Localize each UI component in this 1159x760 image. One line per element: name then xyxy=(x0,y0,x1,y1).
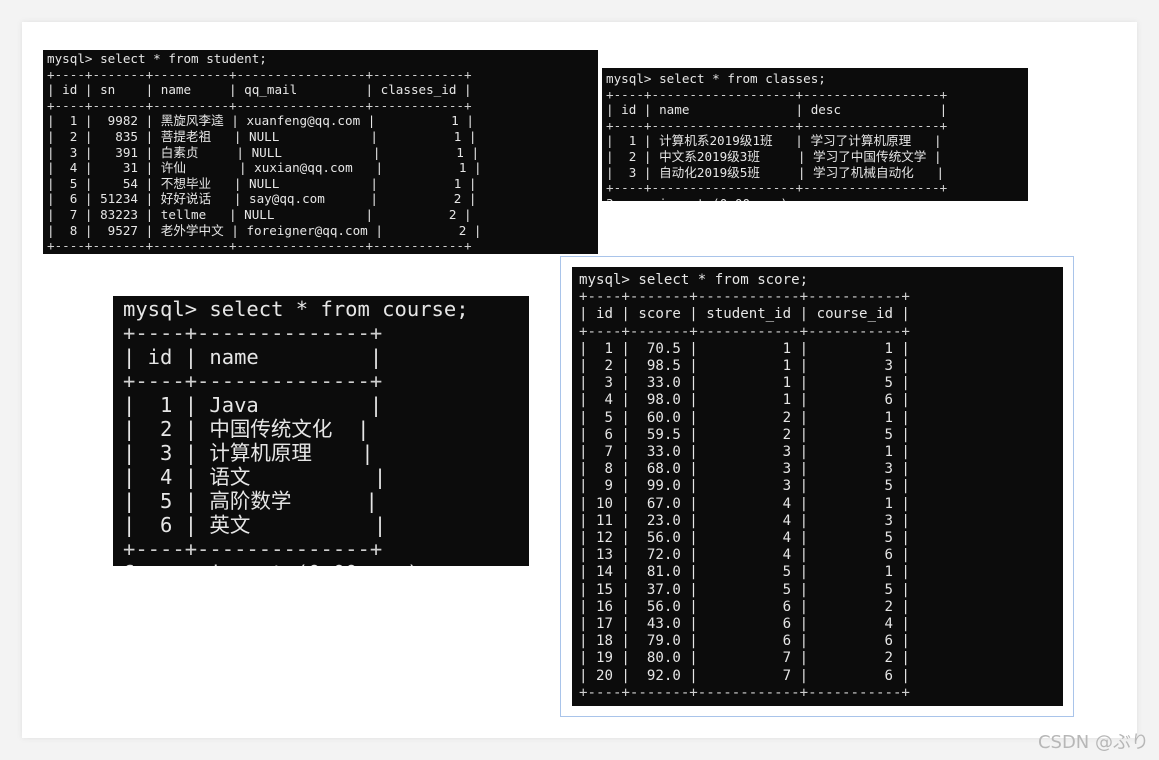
table-row-line: | 1 | 计算机系2019级1班 | 学习了计算机原理 | xyxy=(606,133,942,149)
table-border-line: +----+-------------------+--------------… xyxy=(606,86,948,102)
table-row-line: | 12 | 56.0 | 4 | 5 | xyxy=(579,530,910,547)
table-row-line: | 7 | 33.0 | 3 | 1 | xyxy=(579,444,910,461)
table-border-line: +----+--------------+ xyxy=(123,537,383,561)
table-border-line: +----+--------------+ xyxy=(123,321,383,345)
table-row-line: | 5 | 60.0 | 2 | 1 | xyxy=(579,409,910,426)
table-row-line: | 19 | 80.0 | 7 | 2 | xyxy=(579,650,910,667)
table-row-line: | 3 | 391 | 白素贞 | NULL | 1 | xyxy=(47,144,480,160)
table-row-line: | 10 | 67.0 | 4 | 1 | xyxy=(579,495,910,512)
table-row-line: | 4 | 98.0 | 1 | 6 | xyxy=(579,392,910,409)
table-border-line: +----+-------------------+--------------… xyxy=(606,117,948,133)
table-border-line: +----+-------+----------+---------------… xyxy=(47,97,472,113)
table-row-line: | 3 | 自动化2019级5班 | 学习了机械自动化 | xyxy=(606,164,945,180)
table-row-line: | 4 | 31 | 许仙 | xuxian@qq.com | 1 | xyxy=(47,160,482,176)
table-row-line: | id | name | desc | xyxy=(606,102,948,118)
table-row-line: | 9 | 99.0 | 3 | 5 | xyxy=(579,478,910,495)
table-row-line: 6 rows in set (0.00 sec) xyxy=(123,561,529,566)
table-row-line: | 2 | 中文系2019级3班 | 学习了中国传统文学 | xyxy=(606,148,942,164)
table-row-line: | 5 | 高阶数学 | xyxy=(123,489,378,513)
query-prompt-line: mysql> select * from score; xyxy=(579,272,809,288)
table-border-line: +----+-------+------------+-----------+ xyxy=(579,289,910,306)
table-row-line: | 6 | 英文 | xyxy=(123,513,387,537)
query-prompt-line: mysql> select * from student; xyxy=(47,51,267,66)
table-row-line: | 2 | 中国传统文化 | xyxy=(123,417,370,441)
table-border-line: +----+-------+------------+-----------+ xyxy=(579,684,910,701)
table-border-line: +----+-------+----------+---------------… xyxy=(47,238,472,254)
table-row-line: | 1 | 9982 | 黑旋风李逵 | xuanfeng@qq.com | 1… xyxy=(47,113,474,129)
table-border-line: +----+-------+------------+-----------+ xyxy=(579,323,910,340)
table-row-line: | 1 | Java | xyxy=(123,393,383,417)
table-row-line: | 11 | 23.0 | 4 | 3 | xyxy=(579,512,910,529)
table-row-line: | 14 | 81.0 | 5 | 1 | xyxy=(579,564,910,581)
table-row-line: | 20 | 92.0 | 7 | 6 | xyxy=(579,667,910,684)
csdn-watermark: CSDN @ぶり xyxy=(1037,732,1149,753)
table-row-line: | 4 | 语文 | xyxy=(123,465,387,489)
table-row-line: | 2 | 835 | 菩提老祖 | NULL | 1 | xyxy=(47,128,477,144)
table-border-line: +----+-------+----------+---------------… xyxy=(47,66,472,82)
query-prompt-line: mysql> select * from classes; xyxy=(606,71,826,86)
score-query-terminal: mysql> select * from score; +----+-------… xyxy=(572,267,1063,706)
table-row-line: | 13 | 72.0 | 4 | 6 | xyxy=(579,547,910,564)
table-row-line: | 8 | 68.0 | 3 | 3 | xyxy=(579,461,910,478)
table-row-line: | 6 | 51234 | 好好说话 | say@qq.com | 2 | xyxy=(47,191,477,207)
table-row-line: | 16 | 56.0 | 6 | 2 | xyxy=(579,598,910,615)
table-row-line: | 6 | 59.5 | 2 | 5 | xyxy=(579,426,910,443)
table-border-line: +----+--------------+ xyxy=(123,369,383,393)
table-row-line: 3 rows in set (0.00 sec) xyxy=(606,196,1028,201)
table-row-line: | 3 | 计算机原理 | xyxy=(123,441,374,465)
table-row-line: | 5 | 54 | 不想毕业 | NULL | 1 | xyxy=(47,175,477,191)
table-row-line: | 1 | 70.5 | 1 | 1 | xyxy=(579,340,910,357)
table-row-line: | 3 | 33.0 | 1 | 5 | xyxy=(579,375,910,392)
course-query-terminal: mysql> select * from course; +----+------… xyxy=(113,296,529,566)
query-prompt-line: mysql> select * from course; xyxy=(123,297,469,321)
table-row-line: | id | name | xyxy=(123,345,383,369)
student-query-terminal: mysql> select * from student; +----+-----… xyxy=(43,50,598,254)
table-row-line: | 2 | 98.5 | 1 | 3 | xyxy=(579,358,910,375)
table-row-line: | id | sn | name | qq_mail | classes_id … xyxy=(47,82,472,98)
table-border-line: +----+-------------------+--------------… xyxy=(606,180,948,196)
classes-query-terminal: mysql> select * from classes; +----+-----… xyxy=(602,68,1028,201)
table-row-line: | 8 | 9527 | 老外学中文 | foreigner@qq.com | … xyxy=(47,222,482,238)
table-row-line: | 7 | 83223 | tellme | NULL | 2 | xyxy=(47,206,472,222)
table-row-line: | 18 | 79.0 | 6 | 6 | xyxy=(579,633,910,650)
table-row-line: | id | score | student_id | course_id | xyxy=(579,306,910,323)
table-row-line: | 15 | 37.0 | 5 | 5 | xyxy=(579,581,910,598)
table-row-line: | 17 | 43.0 | 6 | 4 | xyxy=(579,616,910,633)
